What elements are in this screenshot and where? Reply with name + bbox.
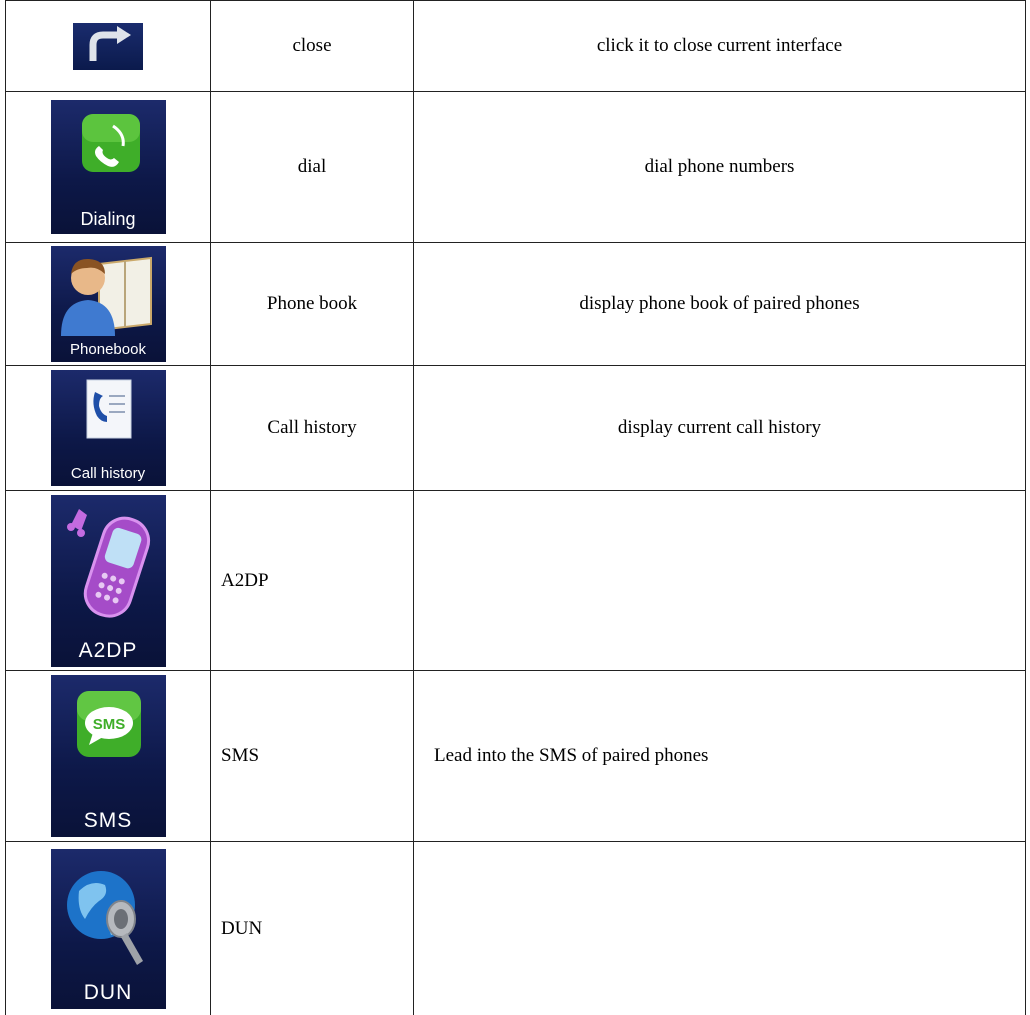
feature-name: A2DP bbox=[221, 569, 269, 591]
name-cell: dial bbox=[211, 92, 414, 242]
music-phone-icon[interactable]: A2DP bbox=[50, 494, 166, 667]
table-row: close click it to close current interfac… bbox=[6, 1, 1025, 92]
icon-label: Dialing bbox=[80, 209, 136, 229]
name-cell: close bbox=[211, 1, 414, 91]
feature-desc: Lead into the SMS of paired phones bbox=[434, 745, 709, 766]
desc-cell bbox=[414, 491, 1025, 670]
feature-name: dial bbox=[297, 156, 327, 177]
icon-label: SMS bbox=[83, 809, 133, 832]
icon-label: DUN bbox=[83, 980, 133, 1004]
table-row: Dialing dial dial phone numbers bbox=[6, 92, 1025, 243]
feature-name: close bbox=[292, 35, 332, 56]
phone-handset-icon[interactable]: Dialing bbox=[50, 100, 166, 234]
feature-name: DUN bbox=[221, 917, 263, 939]
name-cell: SMS bbox=[211, 671, 414, 841]
feature-name: SMS bbox=[221, 745, 260, 766]
table-row: SMS SMS SMS Lead into the SMS of paired … bbox=[6, 671, 1025, 842]
feature-desc: click it to close current interface bbox=[596, 35, 843, 56]
icon-label: A2DP bbox=[78, 638, 138, 662]
feature-desc: dial phone numbers bbox=[644, 156, 795, 177]
name-cell: Phone book bbox=[211, 243, 414, 365]
icon-cell bbox=[6, 1, 211, 91]
back-arrow-icon[interactable] bbox=[73, 22, 143, 70]
desc-cell bbox=[414, 842, 1025, 1015]
feature-desc: display current call history bbox=[617, 417, 822, 438]
icon-cell: Call history bbox=[6, 366, 211, 490]
table-row: A2DP A2DP bbox=[6, 491, 1025, 671]
name-cell: Call history bbox=[211, 366, 414, 490]
icon-cell: A2DP bbox=[6, 491, 211, 670]
icon-cell: SMS SMS bbox=[6, 671, 211, 841]
globe-connector-icon[interactable]: DUN bbox=[50, 848, 166, 1009]
table-row: Phonebook Phone book display phone book … bbox=[6, 243, 1025, 366]
sms-bubble-icon[interactable]: SMS SMS bbox=[50, 675, 166, 837]
desc-cell: Lead into the SMS of paired phones bbox=[414, 671, 1025, 841]
contact-book-icon[interactable]: Phonebook bbox=[50, 246, 166, 362]
table-row: DUN DUN bbox=[6, 842, 1025, 1015]
desc-cell: display phone book of paired phones bbox=[414, 243, 1025, 365]
sms-icon-text: SMS bbox=[92, 716, 125, 733]
icon-label: Phonebook bbox=[70, 341, 146, 358]
icon-cell: Phonebook bbox=[6, 243, 211, 365]
feature-name: Phone book bbox=[266, 293, 358, 314]
feature-name: Call history bbox=[267, 417, 357, 438]
desc-cell: display current call history bbox=[414, 366, 1025, 490]
desc-cell: click it to close current interface bbox=[414, 1, 1025, 91]
icon-cell: Dialing bbox=[6, 92, 211, 242]
desc-cell: dial phone numbers bbox=[414, 92, 1025, 242]
table-row: Call history Call history display curren… bbox=[6, 366, 1025, 491]
feature-desc: display phone book of paired phones bbox=[579, 293, 860, 314]
name-cell: A2DP bbox=[211, 491, 414, 670]
call-log-icon[interactable]: Call history bbox=[50, 370, 166, 486]
icon-cell: DUN bbox=[6, 842, 211, 1015]
feature-table: close click it to close current interfac… bbox=[5, 0, 1026, 1015]
icon-label: Call history bbox=[70, 465, 146, 482]
name-cell: DUN bbox=[211, 842, 414, 1015]
